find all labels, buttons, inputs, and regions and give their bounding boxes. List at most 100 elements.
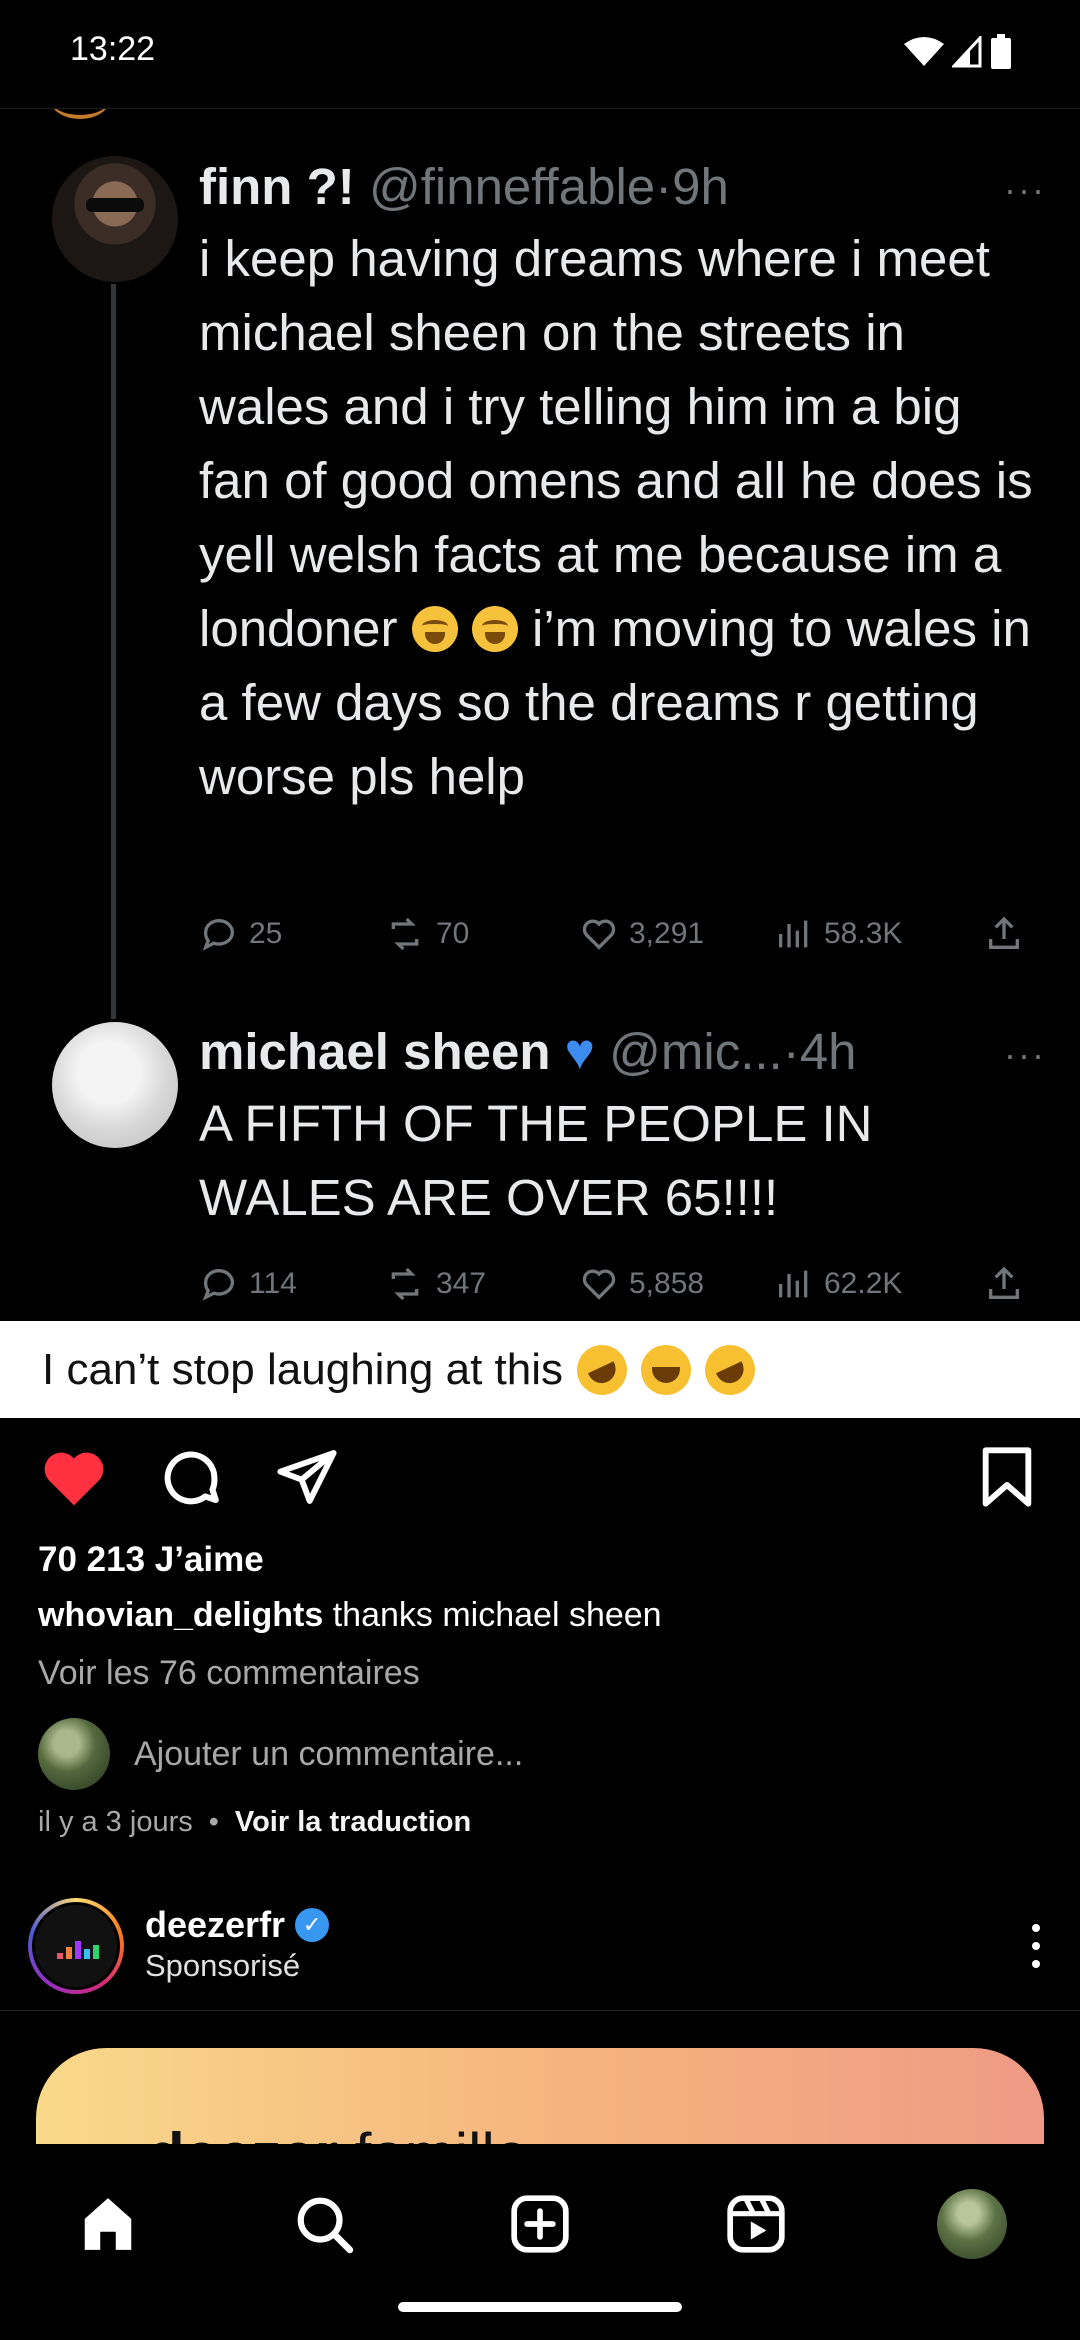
tweet-1-text-part-1: i keep having dreams where i meet michae…	[199, 230, 1033, 657]
sponsor-avatar[interactable]	[28, 1898, 124, 1994]
tweet-2-handle: @mic...	[609, 1023, 783, 1080]
nav-profile[interactable]	[936, 2188, 1008, 2260]
caption-username[interactable]: whovian_delights	[38, 1596, 323, 1634]
tweet-2-name: michael sheen	[199, 1023, 551, 1080]
avatar	[937, 2189, 1007, 2259]
sponsored-label: Sponsorisé	[145, 1948, 301, 1983]
nav-reels[interactable]	[720, 2188, 792, 2260]
reply-icon	[202, 919, 234, 951]
nav-home[interactable]	[72, 2188, 144, 2260]
avatar	[38, 1718, 110, 1790]
like-count[interactable]: 70 213 J’aime	[38, 1540, 264, 1580]
tweet-share-icon	[989, 1266, 1019, 1299]
search-icon	[297, 2197, 354, 2254]
nav-create[interactable]	[504, 2188, 576, 2260]
tweet-2-likes: 5,858	[579, 1264, 774, 1304]
crying-emoji-icon	[471, 606, 518, 652]
tweet-1: finn ?! @finneffable·9h i keep having dr…	[199, 154, 1039, 814]
signal-icon	[952, 36, 982, 68]
comment-icon[interactable]	[158, 1445, 224, 1511]
image-caption-strip: I can’t stop laughing at this	[0, 1321, 1080, 1418]
views-chart-icon	[779, 920, 808, 948]
tweet-2-text: A FIFTH OF THE PEOPLE IN WALES ARE OVER …	[199, 1095, 873, 1226]
tweet-2-view-count: 62.2K	[824, 1267, 903, 1300]
tweet-1-retweet-count: 70	[436, 917, 470, 950]
reply-icon	[202, 1269, 234, 1301]
create-icon	[511, 2195, 569, 2253]
meta-separator: •	[208, 1806, 219, 1838]
status-bar: 13:22	[0, 0, 1080, 108]
tweet-2-actions: 114 347 5,858 62.2K	[199, 1259, 1029, 1309]
tweet-1-likes: 3,291	[579, 914, 774, 954]
tweet-2-views: 62.2K	[774, 1264, 984, 1304]
status-time: 13:22	[70, 30, 156, 68]
post-meta: il y a 3 jours • Voir la traduction	[38, 1806, 471, 1839]
heart-outline-icon	[582, 919, 616, 950]
reels-icon	[727, 2195, 785, 2253]
retweet-icon	[391, 917, 419, 951]
tweet-2-separator: ·	[782, 1023, 800, 1080]
see-translation-link[interactable]: Voir la traduction	[235, 1806, 471, 1839]
tweet-2-time: 4h	[799, 1023, 857, 1080]
post-caption: whovian_delights thanks michael sheen	[38, 1596, 662, 1635]
previous-avatar-edge	[50, 109, 110, 119]
tweet-1-more-icon: ···	[1004, 169, 1046, 210]
crying-emoji-icon	[411, 606, 458, 652]
views-chart-icon	[779, 1270, 808, 1298]
deezer-logo-icon	[57, 1941, 99, 1959]
tweet-2-like-count: 5,858	[629, 1267, 705, 1300]
add-comment-input[interactable]: Ajouter un commentaire...	[134, 1735, 523, 1774]
tweet-2-replies: 114	[199, 1264, 384, 1304]
tweet-1-reply-count: 25	[249, 917, 283, 950]
blue-heart-emoji-icon: ♥	[564, 1023, 595, 1080]
retweet-icon	[391, 1267, 419, 1301]
tweet-2-reply-count: 114	[249, 1267, 297, 1300]
bookmark-icon[interactable]	[978, 1445, 1036, 1509]
home-indicator[interactable]	[398, 2302, 682, 2312]
share-icon[interactable]	[275, 1445, 339, 1509]
tweet-2-retweet-count: 347	[436, 1267, 487, 1300]
tweet-1-handle: @finneffable	[368, 158, 656, 215]
tweet-1-views: 58.3K	[774, 914, 984, 954]
image-caption: I can’t stop laughing at this	[42, 1336, 764, 1404]
sponsor-account-name[interactable]: deezerfr ✓	[145, 1904, 330, 1946]
post-actions	[0, 1445, 1080, 1515]
tweet-2-header: michael sheen ♥ @mic...·4h	[199, 1019, 1039, 1085]
tweet-1-like-count: 3,291	[629, 917, 705, 950]
sponsor-account-text[interactable]: deezerfr	[145, 1904, 285, 1946]
status-icons	[904, 32, 1012, 72]
tweet-1-replies: 25	[199, 914, 384, 954]
divider	[0, 2010, 1080, 2011]
battery-icon	[991, 34, 1011, 69]
post-timestamp: il y a 3 jours	[38, 1806, 193, 1838]
tweet-1-retweets: 70	[384, 914, 579, 954]
thread-line	[111, 284, 116, 1019]
sponsored-post-header: deezerfr ✓ Sponsorisé	[0, 1898, 1080, 2008]
tweet-1-header: finn ?! @finneffable·9h	[199, 154, 1039, 220]
rofl-emoji-icon	[696, 1336, 764, 1404]
heart-icon[interactable]	[40, 1445, 108, 1509]
tweet-share-icon	[989, 916, 1019, 949]
tweet-1-view-count: 58.3K	[824, 917, 903, 950]
more-options-icon[interactable]	[1032, 1924, 1042, 1968]
tweet-2: michael sheen ♥ @mic...·4h A FIFTH OF TH…	[199, 1019, 1039, 1235]
verified-badge-icon: ✓	[295, 1908, 330, 1942]
tweet-2-retweets: 347	[384, 1264, 579, 1304]
tweet-1-separator: ·	[655, 158, 673, 215]
caption-text: thanks michael sheen	[332, 1596, 662, 1634]
tweet-2-more-icon: ···	[1004, 1034, 1046, 1075]
post-image-tweet-screenshot[interactable]: finn ?! @finneffable·9h i keep having dr…	[0, 108, 1080, 1320]
nav-search[interactable]	[288, 2188, 360, 2260]
image-caption-text: I can’t stop laughing at this	[42, 1345, 563, 1394]
tweet-avatar-finn	[52, 156, 178, 282]
laughing-tears-emoji-icon	[641, 1345, 691, 1395]
rofl-emoji-icon	[568, 1336, 636, 1404]
view-comments-link[interactable]: Voir les 76 commentaires	[38, 1654, 420, 1693]
add-comment-row[interactable]: Ajouter un commentaire...	[38, 1718, 523, 1790]
tweet-1-name: finn ?!	[199, 158, 355, 215]
tweet-avatar-michael-sheen	[52, 1022, 178, 1148]
tweet-1-text: i keep having dreams where i meet michae…	[199, 222, 1039, 814]
heart-outline-icon	[582, 1269, 616, 1300]
wifi-icon	[904, 37, 944, 66]
home-icon	[84, 2198, 132, 2250]
